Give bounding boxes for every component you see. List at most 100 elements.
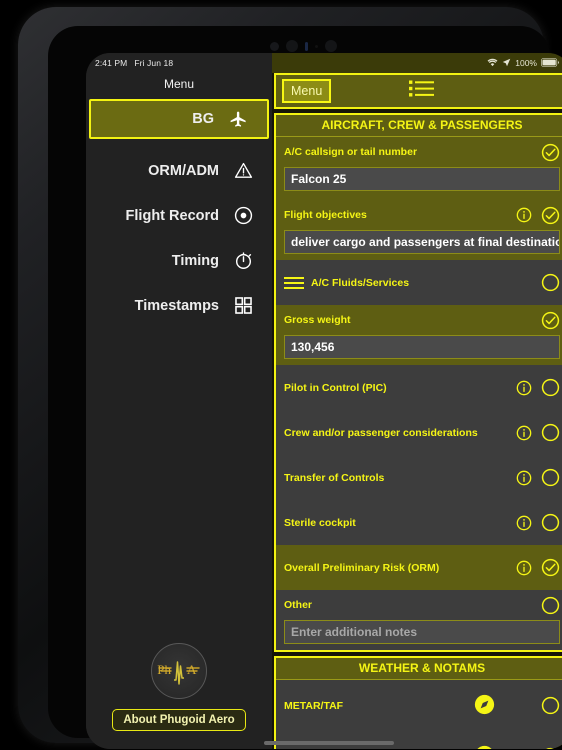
row-label: Flight objectives	[284, 209, 367, 221]
row-notams[interactable]: NOTAMS	[276, 731, 562, 749]
list-bullets-icon[interactable]	[409, 79, 435, 103]
row-ac-fluids-services[interactable]: A/C Fluids/Services	[276, 260, 562, 305]
brand-area: Ph A About Phugoid Aero	[86, 643, 272, 731]
svg-text:A: A	[187, 662, 197, 677]
location-arrow-icon	[502, 58, 511, 69]
section-aircraft-crew-passengers: AIRCRAFT, CREW & PASSENGERS A/C callsign…	[274, 113, 562, 652]
checkbox-empty-circle-icon[interactable]	[541, 273, 560, 292]
compass-icon[interactable]	[474, 694, 495, 718]
sidebar-item-label: Timestamps	[134, 297, 219, 314]
warning-triangle-icon	[230, 158, 256, 184]
row-label: Gross weight	[284, 314, 351, 326]
panel-toolbar: Menu	[274, 73, 562, 109]
sidebar-item-label: Timing	[171, 252, 219, 269]
section-header: AIRCRAFT, CREW & PASSENGERS	[276, 115, 562, 137]
section-header: WEATHER & NOTAMS	[276, 658, 562, 680]
check-circle-icon[interactable]	[541, 143, 560, 162]
row-other[interactable]: Other	[276, 590, 562, 620]
grid-squares-icon	[230, 293, 256, 319]
row-label: Transfer of Controls	[284, 471, 385, 484]
row-sterile-cockpit[interactable]: Sterile cockpit	[276, 500, 562, 545]
row-label: Sterile cockpit	[284, 516, 356, 529]
row-label: A/C callsign or tail number	[284, 146, 418, 158]
sidebar-item-orm-adm[interactable]: ORM/ADM	[86, 148, 272, 193]
row-gross-weight[interactable]: Gross weight	[276, 305, 562, 335]
field-wrap-ac-callsign: Falcon 25	[276, 167, 562, 197]
status-time: 2:41 PM	[95, 58, 128, 68]
row-transfer-of-controls[interactable]: Transfer of Controls	[276, 455, 562, 500]
info-icon[interactable]	[516, 560, 532, 576]
stopwatch-icon	[230, 248, 256, 274]
flight-objectives-input[interactable]: deliver cargo and passengers at final de…	[284, 230, 560, 254]
sidebar-title: Menu	[163, 77, 195, 91]
row-pilot-in-control[interactable]: Pilot in Control (PIC)	[276, 365, 562, 410]
hamburger-icon	[284, 276, 304, 289]
sidebar-item-timestamps[interactable]: Timestamps	[86, 283, 272, 328]
sidebar-item-flight-record[interactable]: Flight Record	[86, 193, 272, 238]
info-icon[interactable]	[516, 470, 532, 486]
about-phugoid-aero-button[interactable]: About Phugoid Aero	[112, 709, 246, 731]
home-indicator[interactable]	[264, 741, 394, 745]
field-wrap-gross-weight: 130,456	[276, 335, 562, 365]
sensor-dot	[270, 41, 279, 51]
section-weather-notams: WEATHER & NOTAMS METAR/TAF	[274, 656, 562, 749]
phugoid-aero-logo: Ph A	[151, 643, 207, 699]
sidebar-item-bg[interactable]: BG	[89, 99, 269, 139]
svg-text:Ph: Ph	[157, 662, 171, 677]
row-ac-callsign[interactable]: A/C callsign or tail number	[276, 137, 562, 167]
tablet-frame: 2:41 PM Fri Jun 18 Menu BG ORM/ADM Fligh…	[18, 7, 562, 749]
row-label: Pilot in Control (PIC)	[284, 381, 387, 394]
battery-full-icon	[541, 57, 560, 69]
row-label: A/C Fluids/Services	[311, 276, 410, 289]
sidebar-item-label: ORM/ADM	[148, 162, 219, 179]
row-flight-objectives[interactable]: Flight objectives	[276, 200, 562, 230]
gross-weight-input[interactable]: 130,456	[284, 335, 560, 359]
compass-icon[interactable]	[474, 745, 495, 749]
sensor-tiny-dot	[315, 44, 318, 48]
info-icon[interactable]	[516, 515, 532, 531]
depth-sensor-icon	[325, 40, 337, 52]
screen: 2:41 PM Fri Jun 18 Menu BG ORM/ADM Fligh…	[86, 53, 562, 749]
menu-button[interactable]: Menu	[282, 79, 332, 103]
check-circle-icon[interactable]	[541, 206, 560, 225]
other-notes-input[interactable]: Enter additional notes	[284, 620, 560, 644]
sidebar: 2:41 PM Fri Jun 18 Menu BG ORM/ADM Fligh…	[86, 53, 272, 749]
row-overall-preliminary-risk[interactable]: Overall Preliminary Risk (ORM)	[276, 545, 562, 590]
info-icon[interactable]	[516, 380, 532, 396]
sidebar-item-label: Flight Record	[125, 207, 219, 224]
camera-sensor-cluster	[270, 38, 390, 54]
record-dot-icon	[230, 203, 256, 229]
row-label: Crew and/or passenger considerations	[284, 426, 478, 439]
checkbox-empty-circle-icon[interactable]	[541, 468, 560, 487]
checkbox-empty-circle-icon[interactable]	[541, 747, 560, 749]
row-metar-taf[interactable]: METAR/TAF	[276, 680, 562, 731]
field-wrap-flight-objectives: deliver cargo and passengers at final de…	[276, 230, 562, 260]
status-bar-right: 100%	[272, 53, 562, 73]
sensor-slit	[305, 41, 308, 51]
field-wrap-other-notes: Enter additional notes	[276, 620, 562, 650]
content-panel: 100% Menu AIRCRAFT, CREW & PASSENGERS A/…	[272, 53, 562, 749]
sidebar-item-label: BG	[192, 111, 214, 127]
checkbox-empty-circle-icon[interactable]	[541, 596, 560, 615]
row-label: Overall Preliminary Risk (ORM)	[284, 561, 440, 574]
checkbox-empty-circle-icon[interactable]	[541, 696, 560, 715]
battery-percent-label: 100%	[515, 58, 537, 68]
check-circle-icon[interactable]	[541, 311, 560, 330]
status-date: Fri Jun 18	[134, 58, 174, 68]
row-label: Other	[284, 599, 313, 611]
checkbox-empty-circle-icon[interactable]	[541, 513, 560, 532]
checkbox-empty-circle-icon[interactable]	[541, 423, 560, 442]
info-icon[interactable]	[516, 425, 532, 441]
checkbox-empty-circle-icon[interactable]	[541, 378, 560, 397]
row-crew-passenger-considerations[interactable]: Crew and/or passenger considerations	[276, 410, 562, 455]
check-circle-icon[interactable]	[541, 558, 560, 577]
ac-callsign-input[interactable]: Falcon 25	[284, 167, 560, 191]
info-icon[interactable]	[516, 207, 532, 223]
airplane-icon	[225, 106, 251, 132]
row-label: METAR/TAF	[284, 699, 344, 712]
sidebar-item-timing[interactable]: Timing	[86, 238, 272, 283]
front-camera-icon	[286, 40, 298, 52]
status-bar-left: 2:41 PM Fri Jun 18	[86, 53, 272, 73]
wifi-icon	[487, 58, 498, 69]
tablet-bezel: 2:41 PM Fri Jun 18 Menu BG ORM/ADM Fligh…	[48, 26, 562, 749]
